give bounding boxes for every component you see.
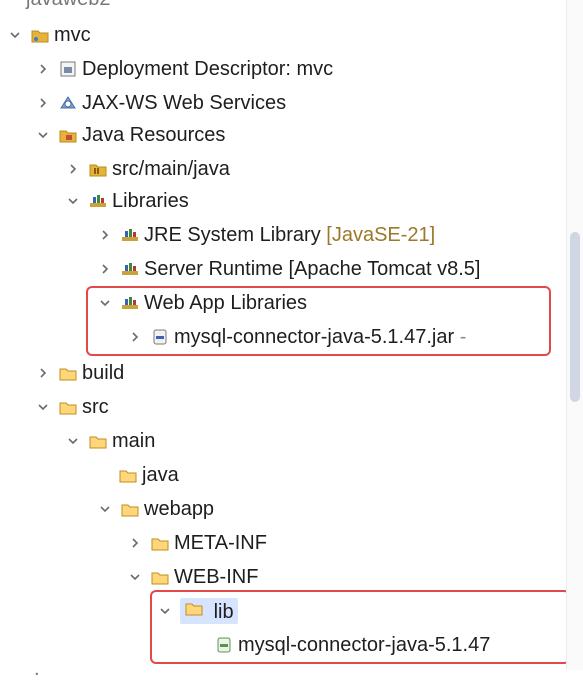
folder-icon <box>58 363 78 383</box>
tree-item-server-runtime[interactable]: Server Runtime [Apache Tomcat v8.5] <box>96 252 480 286</box>
chevron-right-icon[interactable] <box>34 364 52 382</box>
source-folder-icon <box>88 159 108 179</box>
chevron-right-icon[interactable] <box>64 160 82 178</box>
tree-item-label: Java Resources <box>82 123 226 146</box>
folder-icon <box>184 598 204 618</box>
web-services-icon <box>58 93 78 113</box>
tree-item-label: java <box>142 463 179 486</box>
library-icon <box>120 259 140 279</box>
chevron-down-icon[interactable] <box>64 192 82 210</box>
chevron-right-icon[interactable] <box>34 94 52 112</box>
tree-item-label: WEB-INF <box>174 565 259 588</box>
tree-item-label: main <box>112 429 156 452</box>
tree-item-label: JRE System Library <box>144 223 321 246</box>
tree-item-jre-system-library[interactable]: JRE System Library [JavaSE-21] <box>96 218 435 252</box>
tree-item-label: src/main/java <box>112 157 230 180</box>
tree-item-mvc[interactable]: mvc <box>6 18 91 52</box>
tree-item-label: build <box>82 361 125 384</box>
tree-item-decor: [JavaSE-21] <box>326 223 436 246</box>
chevron-down-icon[interactable] <box>96 294 114 312</box>
chevron-down-icon[interactable] <box>6 26 24 44</box>
library-icon <box>88 191 108 211</box>
chevron-right-icon[interactable] <box>34 60 52 78</box>
folder-icon <box>118 465 138 485</box>
tree-item-mysql-connector-file[interactable]: mysql-connector-java-5.1.47 <box>214 628 490 662</box>
tree-item-label: META-INF <box>174 531 267 554</box>
scrollbar-thumb[interactable] <box>570 232 580 402</box>
library-icon <box>120 293 140 313</box>
tree-item-build[interactable]: build <box>34 356 124 390</box>
tree-item-src[interactable]: src <box>34 390 109 424</box>
tree-item-lib[interactable]: lib <box>156 594 238 628</box>
cut-top-label: javaweb2 <box>26 0 111 11</box>
tree-item-label: Web App Libraries <box>144 291 308 314</box>
tree-item-mysql-connector-jar[interactable]: mysql-connector-java-5.1.47.jar - <box>126 320 466 354</box>
chevron-down-icon[interactable] <box>126 568 144 586</box>
jar-icon <box>214 635 234 655</box>
tree-item-label: JAX-WS Web Services <box>82 91 287 114</box>
chevron-down-icon[interactable] <box>34 126 52 144</box>
tree-item-web-inf[interactable]: WEB-INF <box>126 560 258 594</box>
chevron-right-icon[interactable] <box>126 328 144 346</box>
project-icon <box>30 25 50 45</box>
folder-icon <box>58 397 78 417</box>
tree-item-java[interactable]: java <box>118 458 179 492</box>
folder-icon <box>120 499 140 519</box>
project-explorer-tree: javaweb2 mvc Deployment Descriptor: mvc <box>0 0 583 680</box>
chevron-down-icon[interactable] <box>34 398 52 416</box>
tree-item-label: Server Runtime [Apache Tomcat v8.5] <box>144 257 481 280</box>
tree-item-src-main-java[interactable]: src/main/java <box>64 152 230 186</box>
tree-item-main[interactable]: main <box>64 424 155 458</box>
tree-item-label: mysql-connector-java-5.1.47 <box>238 633 491 656</box>
chevron-down-icon[interactable] <box>96 500 114 518</box>
chevron-right-icon[interactable] <box>126 534 144 552</box>
folder-icon <box>150 567 170 587</box>
deployment-descriptor-icon <box>58 59 78 79</box>
folder-icon <box>88 431 108 451</box>
tree-item-jax-ws[interactable]: JAX-WS Web Services <box>34 86 286 120</box>
jar-icon <box>150 327 170 347</box>
tree-item-label: Libraries <box>112 189 189 212</box>
java-resources-icon <box>58 125 78 145</box>
chevron-down-icon[interactable] <box>156 602 174 620</box>
tree-item-label: webapp <box>144 497 215 520</box>
library-icon <box>120 225 140 245</box>
chevron-right-icon[interactable] <box>96 226 114 244</box>
tree-item-label: Deployment Descriptor: mvc <box>82 57 334 80</box>
tree-item-java-resources[interactable]: Java Resources <box>34 118 225 152</box>
tree-item-meta-inf[interactable]: META-INF <box>126 526 267 560</box>
tree-item-label: mysql-connector-java-5.1.47.jar <box>174 325 455 348</box>
tree-item-label: src <box>82 395 109 418</box>
tree-item-decor: - <box>459 325 467 348</box>
tree-item-libraries[interactable]: Libraries <box>64 184 189 218</box>
tree-item-label: lib <box>213 601 234 623</box>
tree-item-web-app-libraries[interactable]: Web App Libraries <box>96 286 307 320</box>
tree-item-deployment-descriptor[interactable]: Deployment Descriptor: mvc <box>34 52 333 86</box>
chevron-right-icon[interactable] <box>96 260 114 278</box>
folder-icon <box>150 533 170 553</box>
tree-item-webapp[interactable]: webapp <box>96 492 214 526</box>
tree-item-label: mvc <box>54 23 91 46</box>
chevron-down-icon[interactable] <box>64 432 82 450</box>
selected-item-background: lib <box>180 598 238 624</box>
